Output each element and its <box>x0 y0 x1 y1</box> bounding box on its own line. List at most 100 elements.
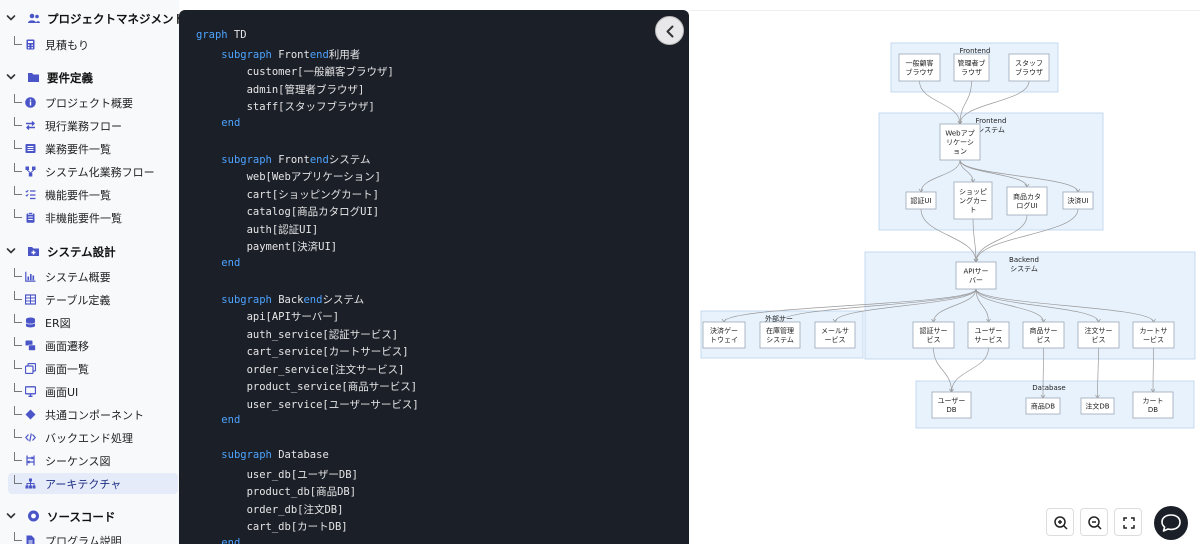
sequence-icon <box>26 455 35 466</box>
section-header-0[interactable]: プロジェクトマネジメント <box>0 7 179 29</box>
code-line: order_db[注文DB] <box>196 502 344 517</box>
node-mail <box>814 321 856 349</box>
code-token: end <box>221 116 241 129</box>
node-label-auth: 認証UI <box>910 196 931 205</box>
sidebar-item-1-0[interactable]: プロジェクト概要 <box>8 92 178 113</box>
sidebar-item-1-1[interactable]: 現行業務フロー <box>8 115 178 136</box>
list-icon <box>25 144 36 153</box>
sidebar-item-label: 画面遷移 <box>45 340 89 353</box>
sidebar-item-label: アーキテクチャ <box>45 478 122 491</box>
sidebar-item-label: 非機能要件一覧 <box>45 212 122 225</box>
chevron-down-icon <box>6 15 16 21</box>
code-line: user_service[ユーザーサービス] <box>196 397 419 412</box>
sidebar-item-1-5[interactable]: 非機能要件一覧 <box>8 207 178 228</box>
sidebar: プロジェクトマネジメント見積もり要件定義プロジェクト概要現行業務フロー業務要件一… <box>0 0 179 544</box>
sidebar-item-2-2[interactable]: ER図 <box>8 312 178 333</box>
diamond-icon <box>25 409 36 420</box>
sidebar-item-label: 業務要件一覧 <box>45 143 111 156</box>
code-token: auth_service[認証サービス] <box>196 328 399 341</box>
node-label-product_db: 商品DB <box>1031 402 1055 411</box>
zoom-out-button[interactable] <box>1080 508 1108 536</box>
tree-line <box>14 532 22 541</box>
sidebar-item-2-0[interactable]: システム概要 <box>8 266 178 287</box>
code-token: end <box>221 414 241 426</box>
code-token: subgraph <box>221 48 272 61</box>
code-line: auth[認証UI] <box>196 222 319 237</box>
code-token: end <box>303 293 323 306</box>
tree-line <box>14 475 22 484</box>
node-user_db <box>931 391 972 419</box>
sidebar-item-2-8[interactable]: シーケンス図 <box>8 450 178 471</box>
code-token: システム <box>328 153 371 166</box>
file-icon <box>26 535 35 544</box>
subgraph-label: Database <box>1032 384 1065 392</box>
node-order_service <box>1077 321 1120 349</box>
code-token: cart[ショッピングカート] <box>196 188 380 201</box>
sidebar-item-0-0[interactable]: 見積もり <box>8 34 178 55</box>
section-header-2[interactable]: システム設計 <box>0 240 179 262</box>
sidebar-item-1-3[interactable]: システム化業務フロー <box>8 161 178 182</box>
code-token: payment[決済UI] <box>196 241 338 253</box>
database-icon <box>25 317 36 328</box>
sidebar-item-2-1[interactable]: テーブル定義 <box>8 289 178 310</box>
chevron-down-icon <box>6 74 16 80</box>
sidebar-item-1-4[interactable]: 機能要件一覧 <box>8 184 178 205</box>
code-token: 利用者 <box>328 48 361 61</box>
code-token: end <box>309 153 329 166</box>
section-label: システム設計 <box>47 245 116 259</box>
users-icon <box>28 13 40 23</box>
code-token: catalog[商品カタログUI] <box>196 206 380 218</box>
code-token: subgraph <box>221 293 272 306</box>
chevron-down-icon <box>6 513 16 519</box>
tree-line <box>14 36 22 45</box>
chat-bubble-icon <box>1161 514 1181 532</box>
sidebar-item-2-9[interactable]: アーキテクチャ <box>8 473 178 494</box>
node-label-payment: 決済UI <box>1067 196 1088 205</box>
tree-line <box>14 163 22 172</box>
sidebar-item-label: プロジェクト概要 <box>45 97 133 110</box>
architecture-diagram[interactable]: Frontend Frontend システム Backend システム 外部サー Datab… <box>690 10 1200 544</box>
node-catalog <box>1006 186 1048 216</box>
sidebar-item-2-3[interactable]: 画面遷移 <box>8 335 178 356</box>
folder-icon <box>28 73 39 82</box>
code-token: product_service[商品サービス] <box>196 381 418 393</box>
sidebar-item-2-5[interactable]: 画面UI <box>8 381 178 402</box>
mermaid-code-panel[interactable]: graph TD subgraph Frontend利用者 customer[一… <box>179 10 689 544</box>
fullscreen-button[interactable] <box>1114 508 1142 536</box>
fullscreen-icon <box>1123 517 1135 529</box>
node-label-user_service: ユーザーサービス <box>975 327 1003 344</box>
collapse-panel-button[interactable] <box>655 16 684 45</box>
subgraph-label: Backend システム <box>1009 256 1039 273</box>
tree-line <box>14 406 22 415</box>
tree-line <box>14 429 22 438</box>
sidebar-item-2-4[interactable]: 画面一覧 <box>8 358 178 379</box>
sidebar-item-label: 見積もり <box>45 39 89 52</box>
code-line: end <box>196 414 240 426</box>
code-token: end <box>221 536 241 545</box>
section-header-3[interactable]: ソースコード <box>0 505 179 527</box>
node-product_service <box>1022 321 1065 349</box>
code-token: end <box>309 48 329 61</box>
sidebar-item-3-0[interactable]: プログラム説明 <box>8 530 178 544</box>
section-header-1[interactable]: 要件定義 <box>0 66 179 88</box>
flow-icon <box>25 166 36 177</box>
sidebar-item-2-7[interactable]: バックエンド処理 <box>8 427 178 448</box>
sidebar-item-label: システム化業務フロー <box>45 166 155 179</box>
chat-button[interactable] <box>1154 506 1188 540</box>
zoom-in-button[interactable] <box>1046 508 1074 536</box>
sidebar-item-label: 画面UI <box>45 386 79 399</box>
sidebar-item-label: ER図 <box>45 317 71 330</box>
code-line: payment[決済UI] <box>196 239 338 254</box>
sidebar-item-1-2[interactable]: 業務要件一覧 <box>8 138 178 159</box>
code-line: web[Webアプリケーション] <box>196 169 381 184</box>
sidebar-item-label: シーケンス図 <box>45 455 111 468</box>
code-line: staff[スタッフブラウザ] <box>196 99 375 114</box>
sidebar-item-label: 共通コンポーネント <box>45 409 144 422</box>
code-line: subgraph Database <box>196 449 328 461</box>
tree-line <box>14 452 22 461</box>
code-line: end <box>196 257 240 269</box>
sidebar-item-2-6[interactable]: 共通コンポーネント <box>8 404 178 425</box>
